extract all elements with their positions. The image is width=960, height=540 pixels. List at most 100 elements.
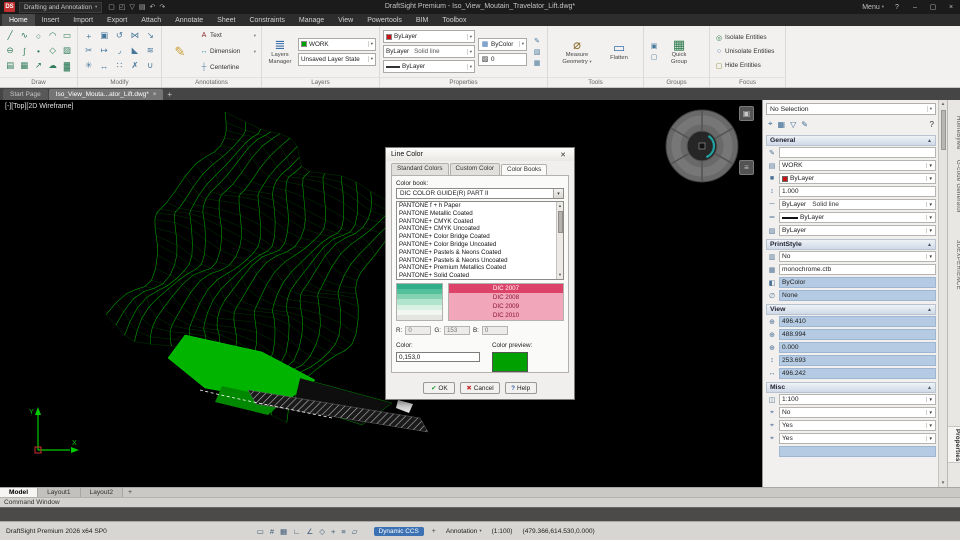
close-button[interactable]: × [946,4,956,11]
quick-select-icon[interactable]: ▦ [778,120,786,129]
ribbon-tab-bim[interactable]: BIM [409,14,435,26]
layer-state-dropdown[interactable]: Unsaved Layer State ▾ [298,52,376,66]
cloud-icon[interactable]: ☁ [46,58,60,73]
hatch-color-dropdown[interactable]: ▦ ByColor ▾ [478,37,527,51]
r-input[interactable]: 0 [405,326,432,335]
layer-field[interactable]: WORK ▼ [779,160,936,171]
chevron-down-icon[interactable]: ▾ [553,189,563,198]
side-tab-homebyme[interactable]: HomeByMe [948,114,960,150]
ribbon-tab-attach[interactable]: Attach [134,14,168,26]
swatch-dic-2010[interactable]: DIC 2010 [449,311,563,320]
table-icon[interactable]: ▦ [17,58,31,73]
dialog-titlebar[interactable]: Line Color ✕ [386,148,574,161]
display-filter-icon[interactable]: ▽ [790,120,796,129]
app-logo-icon[interactable]: DS [4,2,15,12]
explode-icon[interactable]: ✳ [81,58,96,73]
ucsicon-field[interactable]: Yes ▼ [779,420,936,431]
color-book-list[interactable]: PANTONE f + h Paper PANTONE Metallic Coat… [396,201,564,280]
dimension-tool-button[interactable]: ↔ Dimension ▾ [198,45,258,59]
close-tab-icon[interactable]: × [153,92,157,98]
offset-icon[interactable]: ≋ [143,43,158,58]
scroll-up-icon[interactable]: ▲ [941,100,945,108]
measure-geometry-button[interactable]: ⌀ Measure Geometry ▾ [555,38,599,65]
scroll-thumb[interactable] [940,110,946,150]
book-item[interactable]: PANTONE+ Pastels & Neons Coated [397,249,556,257]
book-item[interactable]: PANTONE f + h Paper [397,202,556,210]
new-tab-button[interactable]: + [167,90,172,99]
stretch-icon[interactable]: ↔ [96,58,111,73]
swatch-dic-2007[interactable]: DIC 2007 [449,284,563,293]
quick-group-button[interactable]: ▦ Quick Group [664,38,694,65]
region-icon[interactable]: ▤ [3,58,17,73]
ortho-icon[interactable]: ∟ [293,527,300,536]
dialog-close-button[interactable]: ✕ [557,149,569,160]
mirror-icon[interactable]: ⋈ [127,28,142,43]
sheet-tab-layout1[interactable]: Layout1 [38,488,81,497]
linescale-field[interactable]: 1.000 [779,186,936,197]
side-tab-g-code-generator[interactable]: G-code Generator [948,158,960,213]
ribbon-tab-toolbox[interactable]: Toolbox [435,14,473,26]
cancel-button[interactable]: ✖ Cancel [460,382,500,394]
centerline-tool-button[interactable]: ┼ Centerline [198,61,258,75]
group-label-draw[interactable]: Draw [0,77,77,87]
dialog-tab-custom-color[interactable]: Custom Color [449,163,501,175]
dynamic-ccs-button[interactable]: Dynamic CCS [373,526,424,536]
pointer-icon[interactable]: ▭ [257,527,264,536]
group-label-annotations[interactable]: Annotations [162,77,261,87]
workspace-dropdown[interactable]: Drafting and Annotation ▾ [19,1,103,13]
doc-tab-start-page[interactable]: Start Page [3,89,48,100]
dialog-tab-standard-colors[interactable]: Standard Colors [391,163,449,175]
g-input[interactable]: 153 [443,326,470,335]
pattern-icon[interactable]: ∷ [112,58,127,73]
print-icon[interactable]: ▤ [139,3,146,11]
arc-icon[interactable]: ◠ [46,28,60,43]
gradient-icon[interactable]: ▓ [60,58,74,73]
ribbon-tab-annotate[interactable]: Annotate [168,14,210,26]
new-icon[interactable]: ▢ [108,3,115,11]
doc-tab-iso-view-mouta-ator-lift-dwg[interactable]: Iso_View_Mouta...ator_Lift.dwg* × [48,89,164,100]
transparency-field[interactable]: ByLayer ▼ [779,225,936,236]
trim-icon[interactable]: ✂ [81,43,96,58]
color-swatch-list[interactable]: DIC 2007 DIC 2008 DIC 2009 DIC 2010 [448,283,564,321]
transparency-field[interactable]: ▨ 0 [478,52,527,66]
side-tab-properties[interactable]: Properties [948,426,960,463]
scroll-down-icon[interactable]: ▼ [941,479,945,487]
active-layer-dropdown[interactable]: WORK ▾ [298,37,376,51]
command-window-header[interactable]: Command Window [0,497,960,507]
ok-button[interactable]: ✔ OK [423,382,456,394]
section-header-view[interactable]: View ▲ [766,304,936,315]
panel-scrollbar[interactable]: ▲ ▼ [938,100,947,487]
maximize-button[interactable]: ▢ [928,3,938,11]
help-icon[interactable]: ? [892,4,902,11]
b-input[interactable]: 0 [481,326,508,335]
ucsorigin-field[interactable]: Yes ▼ [779,433,936,444]
move-icon[interactable]: + [81,28,96,43]
swatch-dic-2009[interactable]: DIC 2009 [449,302,563,311]
book-item[interactable]: PANTONE+ CMYK Coated [397,218,556,226]
viewport-controls[interactable]: [-][Top][2D Wireframe] [5,103,73,110]
side-tab-3dexperience[interactable]: 3DEXPERIENCE [948,238,960,290]
lineweight-icon[interactable]: ≡ [341,527,345,536]
minimize-button[interactable]: – [910,4,920,11]
ribbon-tab-powertools[interactable]: Powertools [360,14,409,26]
extend-icon[interactable]: ↦ [96,43,111,58]
color-book-dropdown[interactable]: DIC COLOR GUIDE(R) PART II ▾ [396,188,564,199]
ucs-field[interactable]: No ▼ [779,407,936,418]
linestyle-field[interactable]: ByLayer Solid line ▼ [779,199,936,210]
lineweight-field[interactable]: ByLayer ▼ [779,212,936,223]
ribbon-tab-home[interactable]: Home [2,14,35,26]
command-input[interactable] [0,507,960,521]
undo-icon[interactable]: ↶ [149,3,155,11]
text-tool-button[interactable]: A Text ▾ [198,29,258,43]
ribbon-tab-manage[interactable]: Manage [292,14,331,26]
book-item[interactable]: PANTONE+ Color Bridge Uncoated [397,241,556,249]
ribbon-tab-sheet[interactable]: Sheet [210,14,242,26]
group-icon[interactable]: ▣ [651,42,658,50]
section-header-general[interactable]: General ▲ [766,135,936,146]
grid-icon[interactable]: ▦ [280,527,287,536]
line-color-dropdown[interactable]: ByLayer ▾ [383,30,475,43]
ribbon-tab-insert[interactable]: Insert [35,14,67,26]
customize-icon[interactable]: ✎ [801,120,808,129]
group-label-tools[interactable]: Tools [548,77,643,87]
ungroup-icon[interactable]: ▢ [651,53,658,61]
